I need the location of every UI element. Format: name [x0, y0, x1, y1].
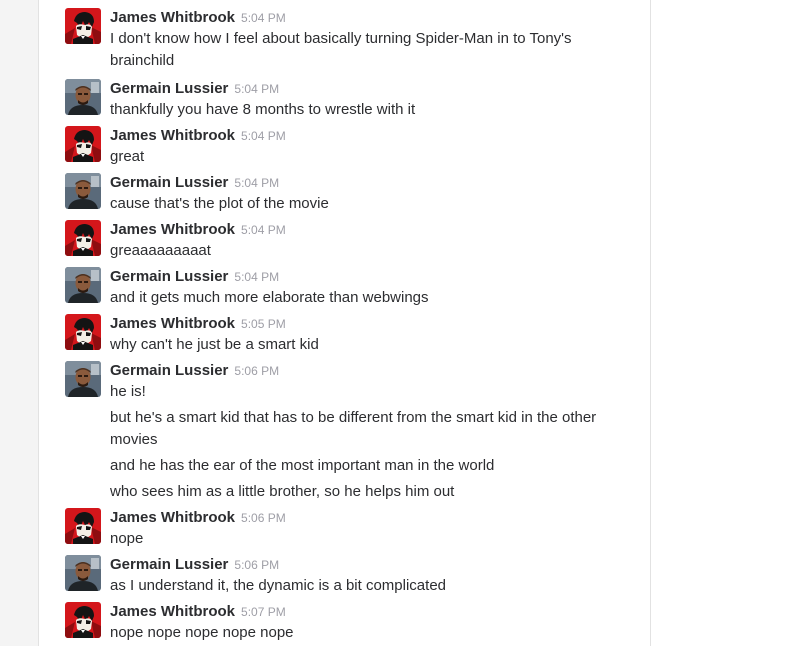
avatar[interactable]	[65, 79, 101, 115]
message-header: James Whitbrook 5:04 PM	[110, 220, 635, 240]
message-content: James Whitbrook 5:04 PM great	[110, 126, 635, 168]
message-header: James Whitbrook 5:04 PM	[110, 126, 635, 146]
message-content: Germain Lussier 5:06 PM as I understand it…	[110, 555, 635, 597]
photo-avatar-icon	[65, 361, 101, 397]
right-panel	[651, 0, 800, 646]
photo-avatar-icon	[65, 267, 101, 303]
photo-avatar-icon	[65, 173, 101, 209]
message-content: Germain Lussier 5:06 PM he is! but he's a s…	[110, 361, 635, 503]
persona-avatar-icon	[65, 220, 101, 256]
timestamp[interactable]: 5:04 PM	[234, 82, 279, 96]
author-name[interactable]: Germain Lussier	[110, 80, 228, 97]
message-text: I don't know how I feel about basically …	[110, 30, 572, 69]
message-text: as I understand it, the dynamic is a bit…	[110, 577, 447, 594]
avatar[interactable]	[65, 173, 101, 209]
message-content: Germain Lussier 5:04 PM and it gets much m…	[110, 267, 635, 309]
message-text: nope nope nope nope nope	[110, 624, 294, 641]
message-content: James Whitbrook 5:04 PM I don't know how I…	[110, 8, 635, 72]
avatar[interactable]	[65, 361, 101, 397]
timestamp[interactable]: 5:07 PM	[241, 605, 286, 619]
message-header: Germain Lussier 5:04 PM	[110, 79, 635, 99]
avatar[interactable]	[65, 220, 101, 256]
avatar[interactable]	[65, 555, 101, 591]
timestamp[interactable]: 5:04 PM	[234, 270, 279, 284]
message-header: James Whitbrook 5:04 PM	[110, 8, 635, 28]
timestamp[interactable]: 5:06 PM	[241, 511, 286, 525]
avatar[interactable]	[65, 8, 101, 44]
photo-avatar-icon	[65, 79, 101, 115]
message-header: James Whitbrook 5:05 PM	[110, 314, 635, 334]
timestamp[interactable]: 5:04 PM	[234, 176, 279, 190]
message-header: Germain Lussier 5:04 PM	[110, 267, 635, 287]
message-header: Germain Lussier 5:04 PM	[110, 173, 635, 193]
timestamp[interactable]: 5:04 PM	[241, 11, 286, 25]
persona-avatar-icon	[65, 314, 101, 350]
message-text: nope	[110, 530, 144, 547]
message-content: James Whitbrook 5:06 PM nope	[110, 508, 635, 550]
message-text: and it gets much more elaborate than web…	[110, 289, 429, 306]
author-name[interactable]: Germain Lussier	[110, 556, 228, 573]
timestamp[interactable]: 5:04 PM	[241, 129, 286, 143]
avatar[interactable]	[65, 126, 101, 162]
persona-avatar-icon	[65, 602, 101, 638]
message-text: why can't he just be a smart kid	[110, 336, 319, 353]
message-text: but he's a smart kid that has to be diff…	[110, 409, 597, 448]
message-content: James Whitbrook 5:07 PM nope nope nope nop…	[110, 602, 635, 644]
message-list[interactable]: James Whitbrook 5:04 PM I don't know how I…	[39, 0, 651, 646]
photo-avatar-icon	[65, 555, 101, 591]
message-text: cause that's the plot of the movie	[110, 195, 329, 212]
message-header: Germain Lussier 5:06 PM	[110, 361, 635, 381]
message-content: James Whitbrook 5:04 PM greaaaaaaaaat	[110, 220, 635, 262]
message-content: Germain Lussier 5:04 PM cause that's the p…	[110, 173, 635, 215]
message-content: James Whitbrook 5:05 PM why can't he just …	[110, 314, 635, 356]
author-name[interactable]: Germain Lussier	[110, 268, 228, 285]
author-name[interactable]: James Whitbrook	[110, 9, 235, 26]
avatar[interactable]	[65, 508, 101, 544]
message-text: greaaaaaaaaat	[110, 242, 211, 259]
timestamp[interactable]: 5:06 PM	[234, 364, 279, 378]
persona-avatar-icon	[65, 126, 101, 162]
message-text: and he has the ear of the most important…	[110, 457, 495, 474]
author-name[interactable]: James Whitbrook	[110, 127, 235, 144]
message-content: Germain Lussier 5:04 PM thankfully you hav…	[110, 79, 635, 121]
avatar[interactable]	[65, 267, 101, 303]
timestamp[interactable]: 5:06 PM	[234, 558, 279, 572]
message-text: he is!	[110, 383, 146, 400]
message-text: thankfully you have 8 months to wrestle …	[110, 101, 416, 118]
author-name[interactable]: James Whitbrook	[110, 315, 235, 332]
author-name[interactable]: James Whitbrook	[110, 603, 235, 620]
message-header: Germain Lussier 5:06 PM	[110, 555, 635, 575]
persona-avatar-icon	[65, 508, 101, 544]
avatar[interactable]	[65, 314, 101, 350]
message-header: James Whitbrook 5:06 PM	[110, 508, 635, 528]
author-name[interactable]: Germain Lussier	[110, 174, 228, 191]
avatar[interactable]	[65, 602, 101, 638]
author-name[interactable]: James Whitbrook	[110, 509, 235, 526]
message-header: James Whitbrook 5:07 PM	[110, 602, 635, 622]
timestamp[interactable]: 5:04 PM	[241, 223, 286, 237]
message-text: who sees him as a little brother, so he …	[110, 483, 455, 500]
author-name[interactable]: Germain Lussier	[110, 362, 228, 379]
timestamp[interactable]: 5:05 PM	[241, 317, 286, 331]
author-name[interactable]: James Whitbrook	[110, 221, 235, 238]
message-text: great	[110, 148, 145, 165]
left-sidebar-gutter	[0, 0, 39, 646]
persona-avatar-icon	[65, 8, 101, 44]
